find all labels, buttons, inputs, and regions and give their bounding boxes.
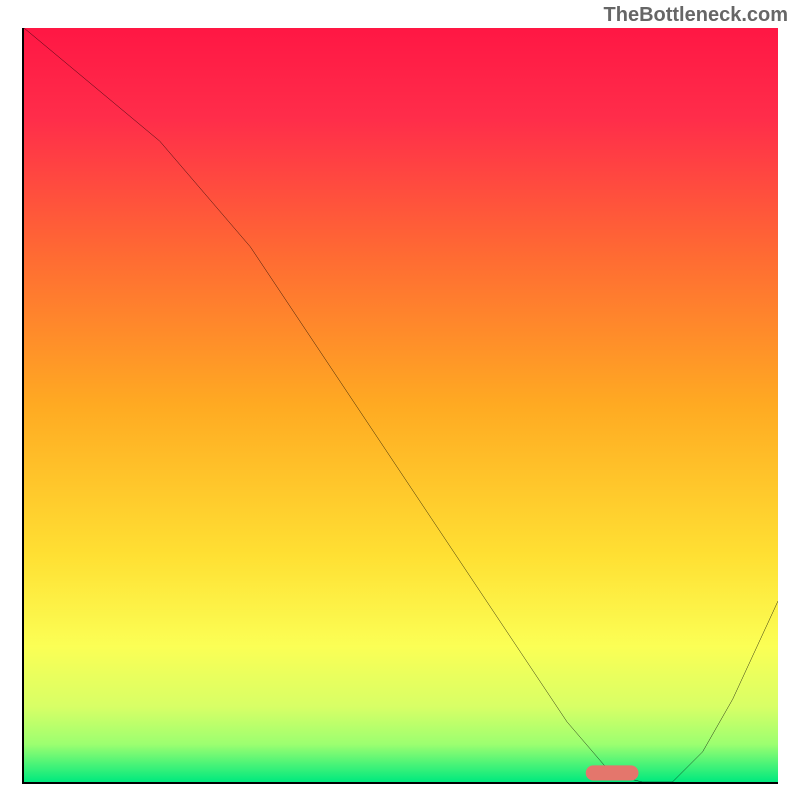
bottleneck-curve-path [24, 28, 778, 782]
chart-area [22, 28, 778, 784]
optimal-marker [586, 765, 639, 780]
chart-curve-layer [24, 28, 778, 782]
attribution-text: TheBottleneck.com [604, 4, 788, 27]
